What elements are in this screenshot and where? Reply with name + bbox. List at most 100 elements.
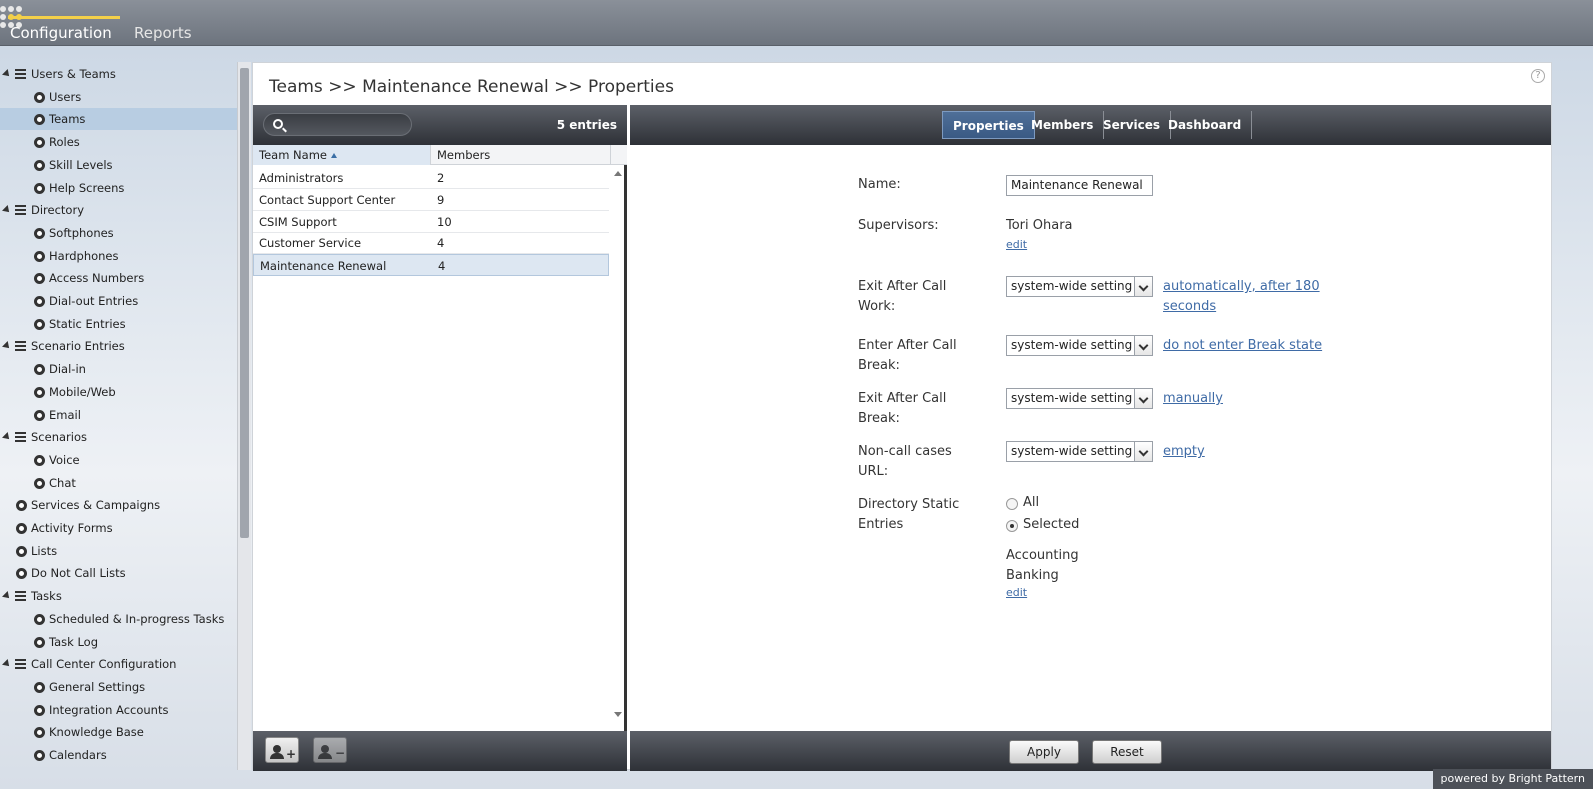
- setting-select[interactable]: system-wide setting: [1006, 388, 1153, 409]
- sidebar-item[interactable]: Do Not Call Lists: [0, 562, 237, 584]
- sidebar-item-label: Roles: [49, 135, 80, 150]
- table-row[interactable]: CSIM Support 10: [253, 211, 609, 233]
- sidebar-item-label: Services & Campaigns: [31, 498, 161, 513]
- setting-value-link[interactable]: do not enter Break state: [1163, 336, 1322, 356]
- expand-arrow-icon[interactable]: [2, 432, 12, 443]
- column-header-members[interactable]: Members: [431, 145, 611, 165]
- nav-tab-configuration[interactable]: Configuration: [10, 24, 112, 42]
- circle-icon: [34, 318, 45, 330]
- sidebar-item-label: Call Center Configuration: [31, 657, 177, 672]
- edit-entries-link[interactable]: edit: [1006, 586, 1027, 599]
- sidebar-item[interactable]: Skill Levels: [0, 154, 237, 176]
- column-header-team-name[interactable]: Team Name: [253, 145, 431, 165]
- directory-label-line1: Directory Static: [858, 497, 960, 512]
- sidebar-item-label: Users & Teams: [31, 67, 116, 81]
- circle-icon: [16, 545, 27, 557]
- sidebar-item[interactable]: Knowledge Base: [0, 721, 237, 743]
- expand-arrow-icon[interactable]: [2, 591, 12, 602]
- expand-arrow-icon[interactable]: [2, 659, 12, 670]
- sidebar-item[interactable]: Voice: [0, 449, 237, 471]
- scroll-down-icon[interactable]: [614, 712, 622, 717]
- grid-scrollbar[interactable]: [611, 167, 623, 721]
- edit-supervisors-link[interactable]: edit: [1006, 238, 1027, 251]
- help-icon[interactable]: ?: [1531, 69, 1545, 83]
- sidebar-item[interactable]: Services & Campaigns: [0, 494, 237, 516]
- setting-value-link[interactable]: automatically, after 180: [1163, 277, 1320, 297]
- setting-select[interactable]: system-wide setting: [1006, 441, 1153, 462]
- sidebar-item[interactable]: Roles: [0, 131, 237, 153]
- circle-icon: [34, 273, 45, 285]
- chevron-down-icon[interactable]: [1134, 442, 1152, 461]
- nav-tab-reports[interactable]: Reports: [134, 24, 192, 42]
- sidebar-item[interactable]: Lists: [0, 540, 237, 562]
- sidebar-item[interactable]: Calendars: [0, 744, 237, 766]
- setting-value-link[interactable]: empty: [1163, 442, 1205, 462]
- reset-button[interactable]: Reset: [1092, 740, 1162, 764]
- circle-icon: [34, 159, 45, 171]
- search-input[interactable]: [263, 113, 412, 136]
- sidebar-item[interactable]: Teams: [0, 108, 237, 131]
- entries-count: 5 entries: [556, 118, 617, 132]
- team-name-field[interactable]: Maintenance Renewal: [1006, 175, 1153, 196]
- sidebar-item[interactable]: Tasks: [0, 585, 237, 607]
- sidebar-item[interactable]: General Settings: [0, 676, 237, 698]
- sidebar-item[interactable]: Call Center Configuration: [0, 653, 237, 675]
- table-row[interactable]: Administrators 2: [253, 167, 609, 189]
- sidebar-item[interactable]: Users: [0, 86, 237, 108]
- members-cell: 4: [437, 236, 445, 251]
- radio-all[interactable]: [1006, 498, 1018, 510]
- table-row[interactable]: Maintenance Renewal 4: [253, 254, 609, 277]
- expand-arrow-icon[interactable]: [2, 341, 12, 352]
- sidebar-item[interactable]: Scenarios: [0, 426, 237, 448]
- sidebar-item[interactable]: Softphones: [0, 222, 237, 244]
- chevron-down-icon[interactable]: [1134, 277, 1152, 296]
- table-row[interactable]: Contact Support Center 9: [253, 189, 609, 211]
- chevron-down-icon[interactable]: [1134, 389, 1152, 408]
- scroll-up-icon[interactable]: [614, 171, 622, 176]
- add-user-icon: [273, 745, 281, 753]
- sidebar-item[interactable]: Integration Accounts: [0, 699, 237, 721]
- sidebar-item[interactable]: Email: [0, 404, 237, 426]
- minus-icon: −: [335, 746, 346, 760]
- sidebar-item[interactable]: Directory: [0, 199, 237, 221]
- sidebar-item[interactable]: Access Numbers: [0, 267, 237, 289]
- setting-select[interactable]: system-wide setting: [1006, 335, 1153, 356]
- sidebar-scrollbar[interactable]: [237, 62, 251, 770]
- sidebar-item[interactable]: Activity Forms: [0, 517, 237, 539]
- radio-all-label: All: [1023, 495, 1040, 510]
- radio-selected[interactable]: [1006, 520, 1018, 532]
- setting-select[interactable]: system-wide setting: [1006, 276, 1153, 297]
- sidebar-item[interactable]: Task Log: [0, 631, 237, 653]
- add-team-button[interactable]: +: [265, 737, 299, 763]
- sidebar-item[interactable]: Static Entries: [0, 313, 237, 335]
- sidebar-item[interactable]: Mobile/Web: [0, 381, 237, 403]
- search-icon: [273, 119, 283, 129]
- sidebar-item[interactable]: Users & Teams: [0, 63, 237, 85]
- sidebar-item[interactable]: Help Screens: [0, 177, 237, 199]
- chevron-down-icon[interactable]: [1134, 336, 1152, 355]
- apply-button[interactable]: Apply: [1009, 740, 1079, 764]
- expand-arrow-icon[interactable]: [2, 69, 12, 79]
- name-label: Name:: [858, 177, 901, 192]
- tab-members[interactable]: Members: [1021, 111, 1105, 139]
- field-label-line1: Non-call cases: [858, 444, 952, 459]
- sidebar-item-label: Lists: [31, 543, 58, 558]
- top-nav-bar: Configuration Reports: [0, 0, 1593, 46]
- sidebar-scroll-thumb[interactable]: [240, 68, 249, 538]
- sidebar-item-label: General Settings: [49, 679, 146, 694]
- sidebar-item[interactable]: Chat: [0, 472, 237, 494]
- detail-footer: Apply Reset: [630, 731, 1551, 771]
- setting-value-link[interactable]: manually: [1163, 389, 1223, 409]
- setting-value-link-line2[interactable]: seconds: [1163, 297, 1216, 317]
- tab-dashboard[interactable]: Dashboard: [1158, 111, 1253, 139]
- table-row[interactable]: Customer Service 4: [253, 232, 609, 255]
- list-footer: + −: [253, 731, 627, 771]
- sidebar-item[interactable]: Scheduled & In-progress Tasks: [0, 608, 237, 630]
- sidebar-item[interactable]: Scenario Entries: [0, 335, 237, 357]
- sidebar-item[interactable]: Hardphones: [0, 245, 237, 267]
- sidebar-item[interactable]: Dial-out Entries: [0, 290, 237, 312]
- sidebar-item[interactable]: Dial-in: [0, 358, 237, 380]
- expand-arrow-icon[interactable]: [2, 205, 12, 216]
- remove-team-button[interactable]: −: [313, 737, 347, 763]
- sidebar-item-label: Access Numbers: [49, 271, 145, 286]
